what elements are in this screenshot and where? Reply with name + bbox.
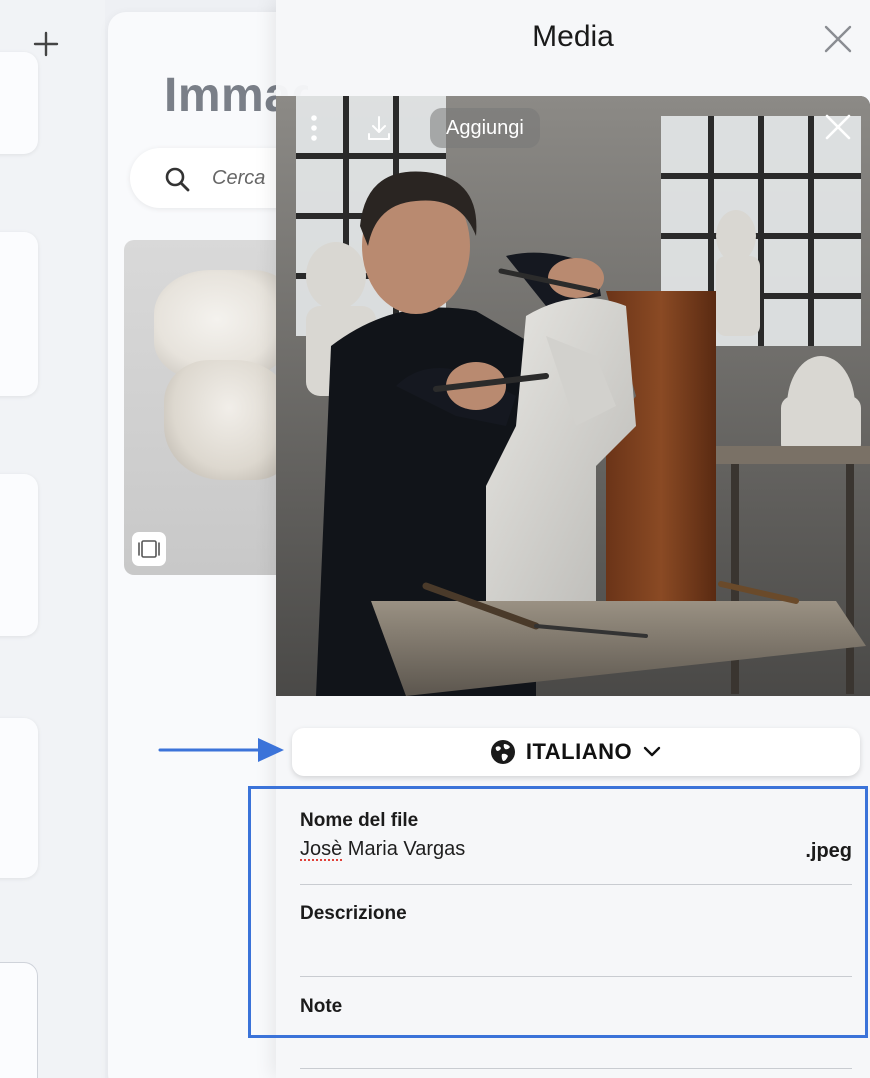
sidebar-card[interactable] (0, 474, 38, 636)
close-icon[interactable] (824, 113, 852, 141)
download-icon[interactable] (366, 114, 392, 142)
file-name-field[interactable]: Nome del file Josè Maria Vargas .jpeg (300, 810, 852, 862)
notes-label: Note (300, 996, 343, 1017)
file-name-first: Josè (300, 838, 343, 860)
panel-title: Media (532, 20, 614, 53)
file-name-label: Nome del file (300, 810, 419, 831)
globe-icon (490, 740, 515, 764)
file-name-value[interactable]: Josè Maria Vargas (300, 838, 852, 861)
sidebar-card[interactable] (0, 52, 38, 154)
more-vertical-icon[interactable] (306, 114, 322, 142)
divider (300, 884, 852, 885)
language-selector[interactable]: ITALIANO (292, 728, 860, 776)
search-placeholder: Cerca (212, 167, 266, 189)
media-thumbnail[interactable] (124, 240, 294, 575)
annotation-arrow-icon (158, 738, 284, 762)
search-icon (165, 167, 190, 192)
description-field[interactable]: Descrizione (300, 903, 852, 931)
sculpture-image (164, 360, 294, 480)
carousel-icon (138, 540, 160, 558)
sidebar-card[interactable] (0, 962, 38, 1078)
sidebar-card[interactable] (0, 718, 38, 878)
notes-field[interactable]: Note (300, 996, 852, 1018)
sidebar-card[interactable] (0, 232, 38, 396)
plus-icon (33, 31, 59, 57)
language-label: ITALIANO (525, 739, 633, 764)
add-button[interactable]: Aggiungi (430, 108, 540, 148)
sculptor-photo (276, 96, 870, 696)
file-name-rest: Maria Vargas (342, 838, 466, 860)
divider (300, 976, 852, 977)
close-icon[interactable] (822, 23, 854, 55)
add-button[interactable] (30, 28, 62, 60)
description-label: Descrizione (300, 903, 407, 924)
media-preview-image: Aggiungi (276, 96, 870, 696)
chevron-down-icon (643, 746, 661, 757)
divider (300, 1068, 852, 1069)
carousel-badge (132, 532, 166, 566)
file-extension: .jpeg (805, 840, 852, 862)
